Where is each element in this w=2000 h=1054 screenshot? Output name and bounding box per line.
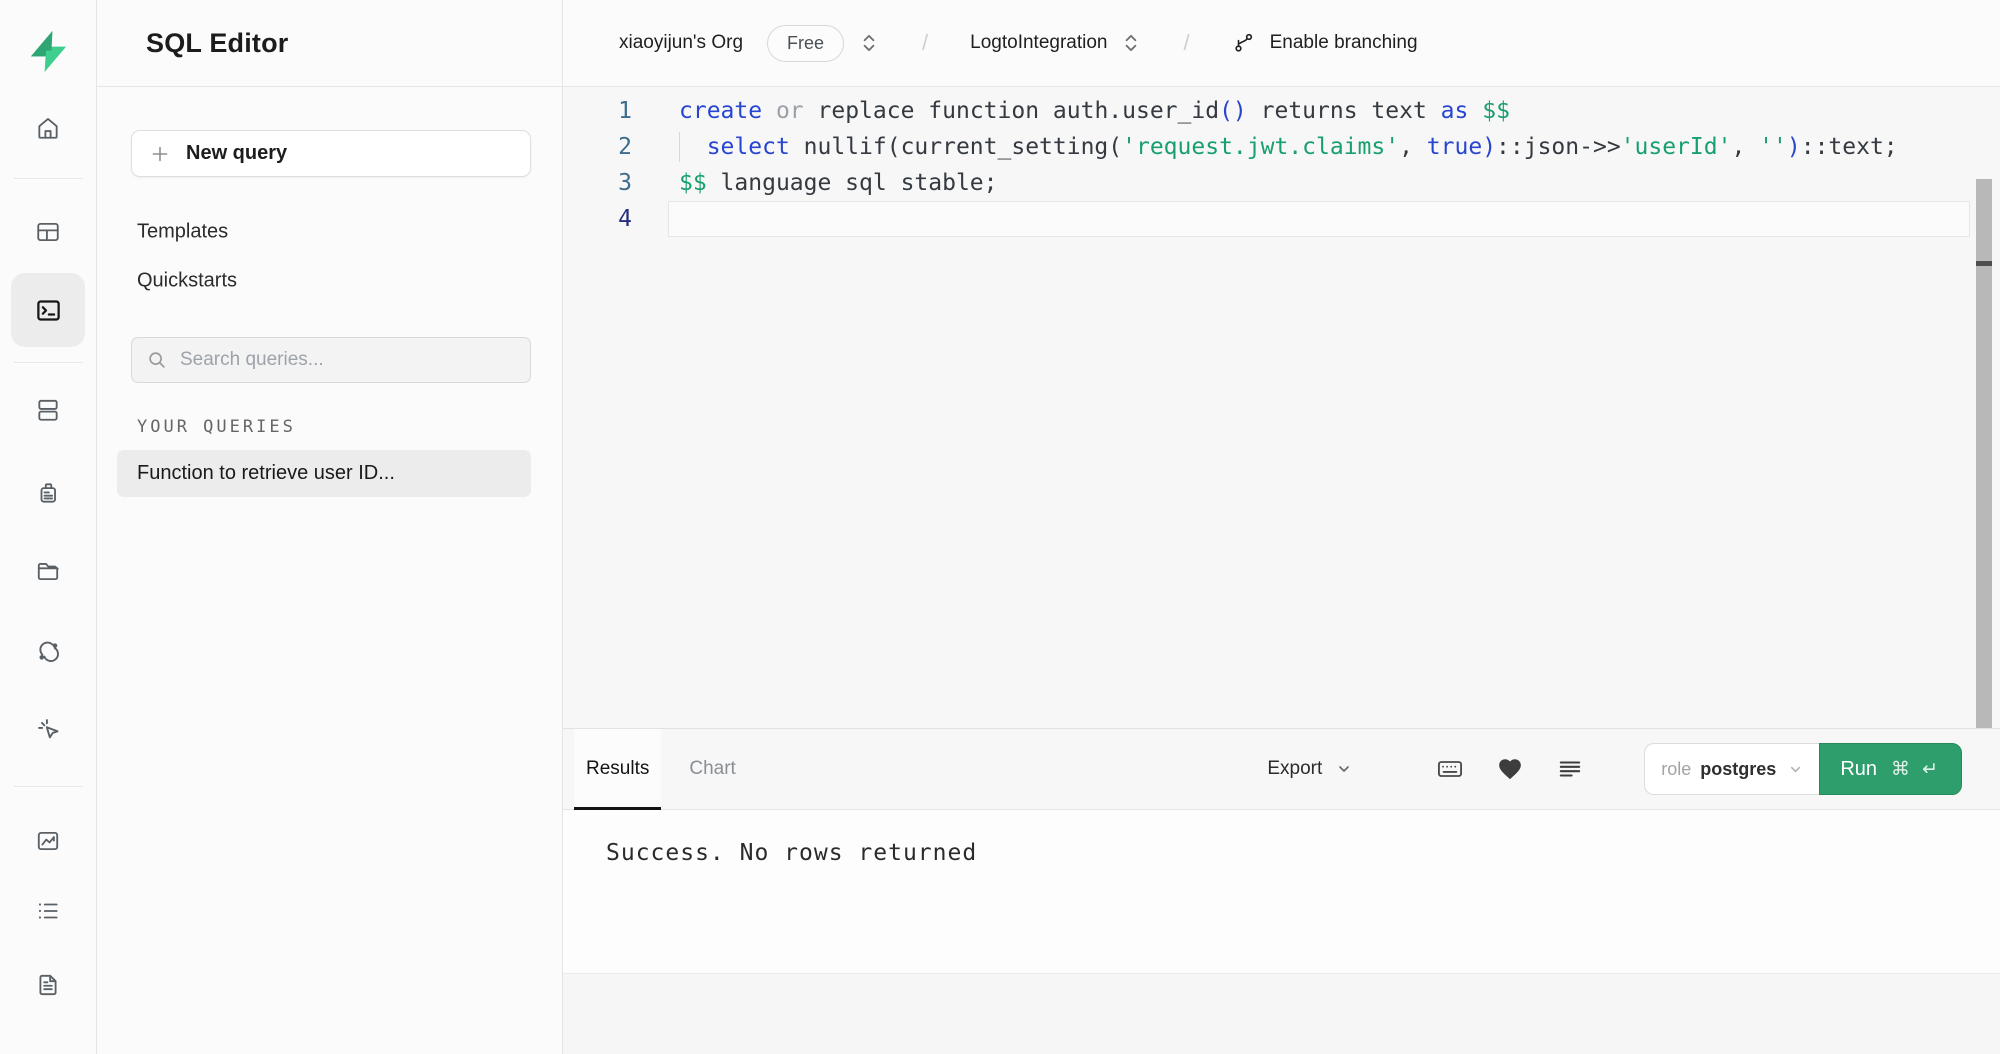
export-label: Export [1267,758,1322,780]
tab-chart[interactable]: Chart [677,729,747,809]
supabase-sql-editor-window: SQL Editor New query Templates Quickstar… [0,0,2000,1054]
line-number: 2 [563,129,632,165]
nav-rail [0,0,97,1054]
run-label: Run [1840,758,1877,781]
results-output-area: Success. No rows returned [563,810,2000,974]
enable-branching-button[interactable]: Enable branching [1232,31,1418,55]
sidebar-header: SQL Editor [97,0,562,87]
run-shortcut-hint: ⌘ ↵ [1891,758,1941,780]
heart-icon [1497,756,1523,782]
rail-divider [14,362,83,363]
org-name[interactable]: xiaoyijun's Org [619,32,743,54]
code-content[interactable]: $$ language sql stable; [668,165,1970,201]
results-toolbar: Results Chart Export [563,728,2000,810]
code-line-3[interactable]: 3 $$ language sql stable; [563,165,2000,201]
text-lines-icon [1557,756,1583,782]
results-empty-area [563,974,2000,1054]
search-queries-box [131,337,531,383]
code-content[interactable] [668,201,1970,237]
editor-scrollbar[interactable] [1976,179,1992,728]
org-switcher-chevron-icon[interactable] [860,32,878,54]
nav-edge-functions-icon[interactable] [26,629,70,673]
scrollbar-cursor-marker [1976,261,1992,266]
project-switcher-chevron-icon[interactable] [1122,32,1140,54]
nav-table-editor-icon[interactable] [26,210,70,254]
nav-reports-icon[interactable] [26,819,70,863]
query-item-label: Function to retrieve user ID... [137,462,395,485]
breadcrumb-separator: / [922,30,928,56]
code-line-4[interactable]: 4 [563,201,2000,237]
code-content[interactable]: create or replace function auth.user_id(… [668,93,1970,129]
nav-storage-icon[interactable] [26,549,70,593]
rail-divider [14,178,83,179]
code-line-1[interactable]: 1 create or replace function auth.user_id… [563,93,2000,129]
sidebar-item-quickstarts[interactable]: Quickstarts [137,270,237,293]
plan-badge[interactable]: Free [767,25,844,62]
project-name[interactable]: LogtoIntegration [970,32,1107,54]
nav-api-docs-icon[interactable] [26,963,70,1007]
sql-editor-sidebar: SQL Editor New query Templates Quickstar… [97,0,563,1054]
new-query-button[interactable]: New query [131,130,531,177]
role-value: postgres [1700,759,1776,780]
nav-realtime-icon[interactable] [26,707,70,751]
export-button[interactable]: Export [1267,758,1352,780]
breadcrumb-separator: / [1184,30,1190,56]
indent-guide [679,132,680,162]
nav-logs-icon[interactable] [26,889,70,933]
supabase-logo-icon[interactable] [26,28,70,74]
line-number: 3 [563,165,632,201]
run-button[interactable]: Run ⌘ ↵ [1819,743,1962,795]
format-sql-button[interactable] [1550,749,1590,789]
search-icon [146,349,168,371]
your-queries-section-label: YOUR QUERIES [137,417,296,437]
rail-divider [14,786,83,787]
git-branch-icon [1232,31,1256,55]
nav-home-icon[interactable] [26,106,70,150]
nav-sql-editor-icon[interactable] [26,288,70,332]
nav-database-icon[interactable] [26,388,70,432]
chevron-down-icon [1336,761,1352,777]
role-label: role [1661,759,1691,780]
code-line-2[interactable]: 2 select nullif(current_setting('request… [563,129,2000,165]
main-panel: xiaoyijun's Org Free / LogtoIntegration … [563,0,2000,1054]
enable-branching-label: Enable branching [1270,32,1418,54]
favorite-button[interactable] [1490,749,1530,789]
sidebar-item-templates[interactable]: Templates [137,221,228,244]
breadcrumb-bar: xiaoyijun's Org Free / LogtoIntegration … [563,0,2000,87]
code-content[interactable]: select nullif(current_setting('request.j… [668,129,1970,165]
keyboard-icon [1436,755,1464,783]
nav-authentication-icon[interactable] [26,471,70,515]
tab-results[interactable]: Results [574,729,661,809]
page-title: SQL Editor [146,28,289,59]
query-status-message: Success. No rows returned [606,840,2000,866]
role-selector[interactable]: role postgres [1644,743,1819,795]
line-number: 1 [563,93,632,129]
code-lines: 1 create or replace function auth.user_id… [563,93,2000,237]
sql-code-editor[interactable]: 1 create or replace function auth.user_id… [563,87,2000,728]
keyboard-shortcuts-button[interactable] [1430,749,1470,789]
search-queries-input[interactable] [180,349,516,371]
new-query-label: New query [186,142,287,165]
chevron-down-icon [1788,762,1803,777]
query-list-item-selected[interactable]: Function to retrieve user ID... [117,450,531,497]
run-control-group: role postgres Run ⌘ ↵ [1644,743,1962,795]
line-number: 4 [563,201,632,237]
plus-icon [150,144,170,164]
